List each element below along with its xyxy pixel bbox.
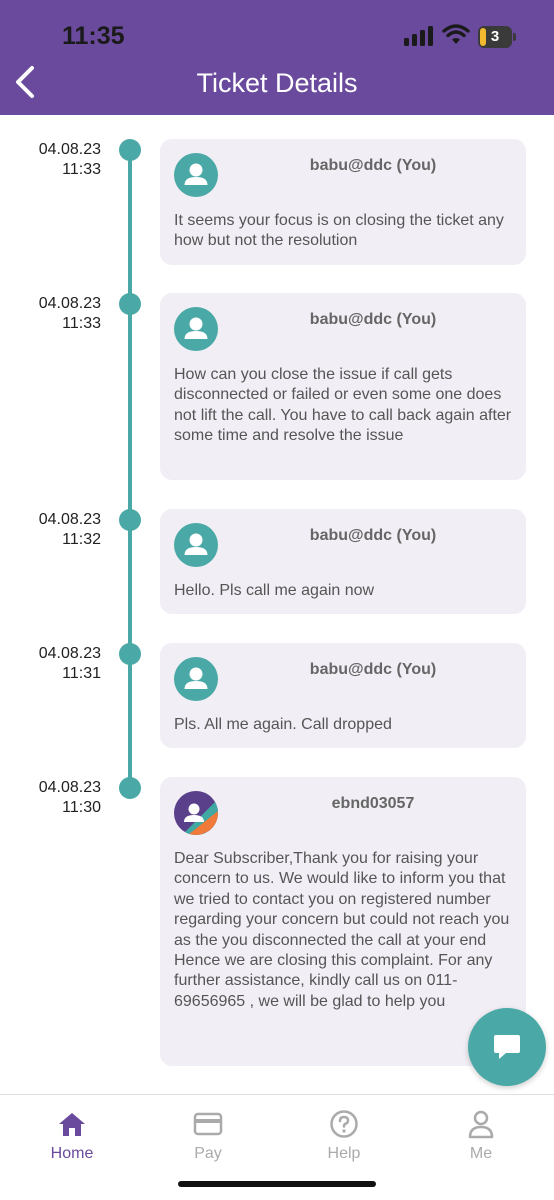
entry-time: 11:30 — [62, 799, 101, 816]
nav-item-me[interactable]: Me — [431, 1107, 531, 1167]
message-card: babu@ddc (You) How can you close the iss… — [160, 293, 526, 480]
user-icon — [174, 153, 218, 197]
timeline-dot — [119, 293, 141, 315]
entry-time: 11:31 — [62, 665, 101, 682]
entry-time: 11:33 — [62, 161, 101, 178]
entry-date: 04.08.23 — [38, 295, 101, 312]
page-title: Ticket Details — [196, 68, 358, 98]
entry-timestamp: 04.08.23 11:32 — [10, 510, 101, 550]
wifi-icon — [442, 24, 470, 44]
chat-icon — [494, 1035, 520, 1059]
message-text: Hello. Pls call me again now — [174, 582, 375, 599]
message-card: babu@ddc (You) Hello. Pls call me again … — [160, 509, 526, 614]
entry-timestamp: 04.08.23 11:31 — [10, 644, 101, 684]
message-text: It seems your focus is on closing the ti… — [174, 212, 504, 250]
cellular-signal-icon — [404, 26, 433, 46]
chat-button[interactable] — [468, 1008, 546, 1086]
sender-name: babu@ddc (You) — [309, 311, 437, 328]
sender-name: ebnd03057 — [331, 795, 415, 812]
user-icon — [174, 657, 218, 701]
entry-date: 04.08.23 — [38, 779, 101, 796]
message-card: ebnd03057 Dear Subscriber,Thank you for … — [160, 777, 526, 1066]
timeline-dot — [119, 509, 141, 531]
sender-name: babu@ddc (You) — [309, 661, 437, 678]
home-icon — [59, 1113, 85, 1136]
message-text: Dear Subscriber,Thank you for raising yo… — [174, 850, 510, 1010]
home-indicator — [178, 1181, 376, 1187]
status-time: 11:35 — [62, 22, 125, 50]
timeline-dot — [119, 139, 141, 161]
entry-timestamp: 04.08.23 11:30 — [10, 778, 101, 818]
timeline-dot — [119, 643, 141, 665]
nav-label: Me — [469, 1145, 493, 1162]
nav-item-pay[interactable]: Pay — [158, 1107, 258, 1167]
app-header: 11:35 3 Ticket Details — [0, 0, 554, 115]
message-card: babu@ddc (You) Pls. All me again. Call d… — [160, 643, 526, 748]
entry-date: 04.08.23 — [38, 645, 101, 662]
nav-label: Home — [50, 1145, 94, 1162]
entry-date: 04.08.23 — [38, 511, 101, 528]
sender-name: babu@ddc (You) — [309, 527, 437, 544]
person-icon — [468, 1110, 494, 1139]
message-text: How can you close the issue if call gets… — [174, 366, 512, 445]
user-icon — [174, 307, 218, 351]
help-icon — [330, 1110, 358, 1138]
entry-time: 11:33 — [62, 315, 101, 332]
message-text: Pls. All me again. Call dropped — [174, 716, 392, 733]
battery-level: 3 — [490, 28, 500, 45]
nav-item-help[interactable]: Help — [294, 1107, 394, 1167]
sender-name: babu@ddc (You) — [309, 157, 437, 174]
user-icon — [174, 523, 218, 567]
entry-timestamp: 04.08.23 11:33 — [10, 294, 101, 334]
timeline-dot — [119, 777, 141, 799]
card-icon — [193, 1112, 223, 1136]
agent-avatar-icon — [174, 791, 218, 835]
battery-indicator: 3 — [478, 26, 516, 48]
timeline-line — [128, 150, 132, 790]
nav-label: Help — [327, 1145, 361, 1162]
entry-time: 11:32 — [62, 531, 101, 548]
nav-item-home[interactable]: Home — [22, 1107, 122, 1167]
entry-date: 04.08.23 — [38, 141, 101, 158]
entry-timestamp: 04.08.23 11:33 — [10, 140, 101, 180]
message-card: babu@ddc (You) It seems your focus is on… — [160, 139, 526, 265]
nav-label: Pay — [194, 1145, 222, 1162]
